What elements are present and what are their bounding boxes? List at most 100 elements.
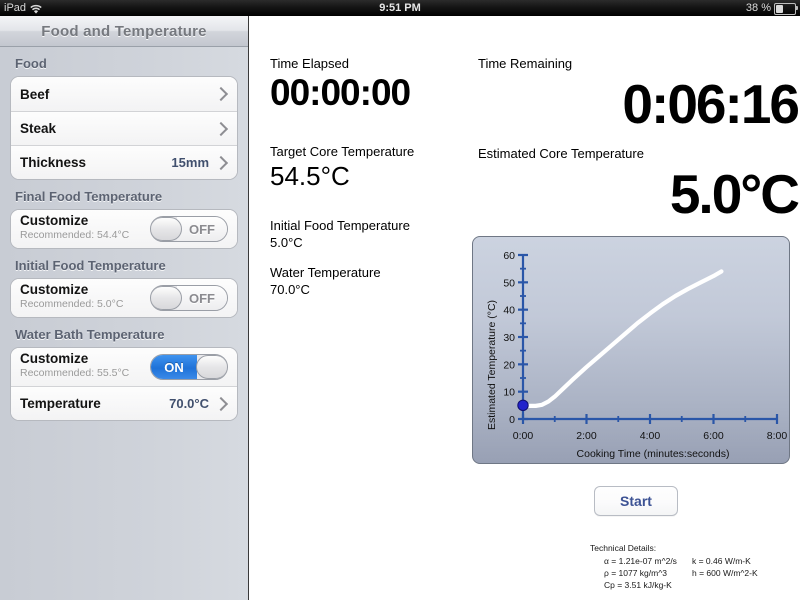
svg-text:0:00: 0:00 (513, 430, 534, 442)
time-elapsed-label: Time Elapsed (270, 56, 349, 71)
toggle-knob (196, 355, 227, 379)
sidebar-item-steak[interactable]: Steak (11, 111, 237, 145)
row-text: Customize Recommended: 5.0°C (20, 282, 150, 310)
tech-k: k = 0.46 W/m-K (692, 556, 751, 566)
svg-text:50: 50 (503, 277, 515, 289)
svg-text:2:00: 2:00 (576, 430, 597, 442)
toggle-label: OFF (189, 221, 215, 237)
chart-x-axis-label: Cooking Time (minutes:seconds) (577, 448, 730, 460)
svg-text:6:00: 6:00 (703, 430, 724, 442)
temperature-chart: Estimated Temperature (°C) Cooking Time … (472, 236, 790, 464)
battery-icon (774, 3, 798, 15)
tech-h: h = 600 W/m^2-K (692, 568, 758, 578)
water-temperature-value: 70.0°C (270, 282, 310, 297)
toggle-customize-initial[interactable]: OFF (150, 285, 228, 311)
battery-percent: 38 % (745, 2, 771, 14)
toggle-label: ON (164, 359, 184, 375)
settings-group-initial-food-temperature: Customize Recommended: 5.0°C OFF (10, 278, 238, 318)
chevron-right-icon (213, 121, 229, 136)
toggle-track-on: ON (151, 355, 197, 379)
sidebar-item-temperature[interactable]: Temperature 70.0°C (11, 386, 237, 420)
svg-text:30: 30 (503, 332, 515, 344)
row-label: Customize (20, 213, 89, 228)
tech-rho: ρ = 1077 kg/m^3 (604, 568, 667, 578)
target-core-temperature-label: Target Core Temperature (270, 144, 415, 159)
toggle-label: OFF (189, 290, 215, 306)
chart-y-axis-label: Estimated Temperature (°C) (486, 300, 498, 430)
page-title: Food and Temperature (41, 22, 207, 40)
ios-status-bar: iPad 9:51 PM 38 % (0, 0, 800, 16)
toggle-track-off: OFF (177, 286, 227, 310)
ipad-app-screen: iPad 9:51 PM 38 % Food and Temperature F… (0, 0, 800, 600)
toggle-knob (151, 286, 182, 310)
row-label: Customize (20, 351, 89, 366)
toggle-track-off: OFF (177, 217, 227, 241)
initial-food-temperature-label: Initial Food Temperature (270, 218, 410, 233)
svg-text:10: 10 (503, 387, 515, 399)
svg-text:4:00: 4:00 (640, 430, 661, 442)
row-label: Temperature (20, 396, 101, 411)
chart-axes (518, 253, 779, 424)
section-header-initial-food-temperature: Initial Food Temperature (15, 258, 166, 273)
time-remaining-label: Time Remaining (478, 56, 573, 71)
chevron-right-icon (213, 86, 229, 102)
technical-details-title: Technical Details: (590, 543, 657, 553)
start-button[interactable]: Start (594, 486, 678, 516)
technical-details: Technical Details: α = 1.21e-07 m^2/s k … (590, 542, 800, 591)
technical-details-grid: α = 1.21e-07 m^2/s k = 0.46 W/m-K ρ = 10… (590, 555, 800, 591)
row-label: Customize (20, 282, 89, 297)
svg-text:0: 0 (509, 414, 515, 426)
svg-text:8:00: 8:00 (767, 430, 788, 442)
time-elapsed-value: 00:00:00 (270, 72, 411, 113)
tech-cp: Cp = 3.51 kJ/kg-K (604, 580, 672, 590)
status-bar-clock: 9:51 PM (379, 2, 421, 14)
row-value: 15mm (171, 155, 209, 170)
row-label: Steak (20, 121, 57, 136)
initial-food-temperature-value: 5.0°C (270, 235, 303, 250)
section-header-food: Food (15, 56, 47, 71)
estimated-core-temperature-value: 5.0°C (669, 163, 800, 225)
sidebar-item-beef[interactable]: Beef (11, 77, 237, 111)
sidebar-item-customize-initial[interactable]: Customize Recommended: 5.0°C OFF (11, 279, 237, 317)
chart-current-point-marker (517, 399, 529, 412)
readouts-left-column: Time Elapsed 00:00:00 Target Core Temper… (270, 56, 470, 298)
chevron-right-icon (213, 155, 229, 170)
row-subtitle: Recommended: 5.0°C (20, 298, 124, 310)
section-header-final-food-temperature: Final Food Temperature (15, 189, 163, 204)
sidebar-item-customize-water[interactable]: Customize Recommended: 55.5°C ON (11, 348, 237, 386)
readouts-right-column: Time Remaining 0:06:16 Estimated Core Te… (478, 56, 800, 225)
row-label: Beef (20, 86, 50, 102)
estimated-core-temperature-label: Estimated Core Temperature (478, 146, 644, 161)
time-remaining-value: 0:06:16 (622, 73, 800, 135)
target-core-temperature-value: 54.5°C (270, 161, 350, 191)
sidebar: Food and Temperature Food Beef Steak Thi… (0, 16, 249, 600)
row-subtitle: Recommended: 55.5°C (20, 367, 130, 379)
sidebar-body: Food Beef Steak Thickness 15mm Final Foo… (0, 47, 248, 421)
chevron-right-icon (213, 396, 229, 411)
settings-group-final-food-temperature: Customize Recommended: 54.4°C OFF (10, 209, 238, 249)
sidebar-navbar: Food and Temperature (0, 16, 248, 47)
section-header-water-bath-temperature: Water Bath Temperature (15, 327, 165, 342)
chart-svg: Estimated Temperature (°C) Cooking Time … (486, 250, 787, 460)
svg-text:60: 60 (503, 250, 515, 262)
water-temperature-label: Water Temperature (270, 265, 381, 280)
sidebar-item-customize-final[interactable]: Customize Recommended: 54.4°C OFF (11, 210, 237, 248)
chart-series-line (520, 269, 724, 408)
tech-blank (692, 579, 792, 591)
toggle-knob (151, 217, 182, 241)
chart-tick-labels: 0 10 20 30 40 50 60 0:00 2:00 4:00 6:00 8:00 (503, 250, 787, 442)
svg-text:20: 20 (503, 359, 515, 371)
svg-text:40: 40 (503, 305, 515, 317)
tech-alpha: α = 1.21e-07 m^2/s (604, 556, 677, 566)
row-subtitle: Recommended: 54.4°C (20, 229, 130, 241)
toggle-customize-water[interactable]: ON (150, 354, 228, 380)
row-text: Customize Recommended: 54.4°C (20, 213, 150, 241)
sidebar-item-thickness[interactable]: Thickness 15mm (11, 145, 237, 179)
status-bar-right: 38 % (745, 0, 798, 16)
row-label: Thickness (20, 155, 87, 170)
settings-group-food: Beef Steak Thickness 15mm (10, 76, 238, 180)
row-value: 70.0°C (169, 396, 209, 411)
settings-group-water-bath-temperature: Customize Recommended: 55.5°C ON Tempera… (10, 347, 238, 421)
toggle-customize-final[interactable]: OFF (150, 216, 228, 242)
row-text: Customize Recommended: 55.5°C (20, 351, 150, 379)
